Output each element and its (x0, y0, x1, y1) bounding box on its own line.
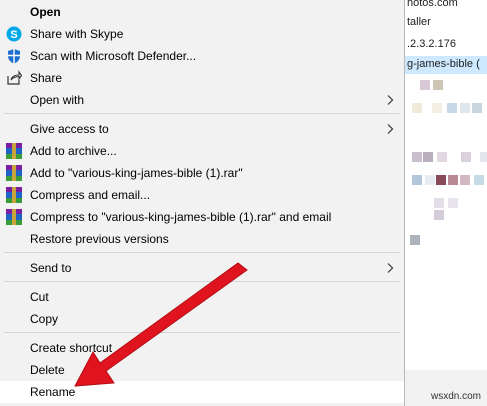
defender-shield-icon (6, 48, 22, 64)
menu-item-share-with-skype[interactable]: S Share with Skype (0, 23, 404, 45)
menu-separator (4, 281, 400, 282)
winrar-icon (6, 165, 22, 181)
menu-item-label: Create shortcut (30, 341, 113, 355)
menu-separator (4, 332, 400, 333)
chevron-right-icon (384, 262, 396, 274)
chevron-right-icon (384, 123, 396, 135)
menu-item-label: Copy (30, 312, 59, 326)
menu-item-add-to-rar[interactable]: Add to "various-king-james-bible (1).rar… (0, 162, 404, 184)
menu-item-label: Compress to "various-king-james-bible (1… (30, 210, 332, 224)
background-text-4: g-james-bible ( (407, 58, 480, 70)
menu-item-compress-to-rar-and-email[interactable]: Compress to "various-king-james-bible (1… (0, 206, 404, 228)
watermark: wsxdn.com (430, 391, 481, 402)
menu-item-give-access-to[interactable]: Give access to (0, 118, 404, 140)
menu-item-label: Compress and email... (30, 188, 151, 202)
menu-item-open[interactable]: Open (0, 1, 404, 23)
menu-item-label: Share (30, 71, 63, 85)
context-menu: Open S Share with Skype Scan with Micros… (0, 0, 405, 406)
menu-item-label: Open (30, 5, 61, 19)
menu-item-scan-defender[interactable]: Scan with Microsoft Defender... (0, 45, 404, 67)
winrar-icon (6, 187, 22, 203)
winrar-icon (6, 143, 22, 159)
menu-item-label: Give access to (30, 122, 109, 136)
menu-item-label: Restore previous versions (30, 232, 169, 246)
menu-item-label: Send to (30, 261, 72, 275)
menu-item-share[interactable]: Share (0, 67, 404, 89)
background-text-3: .2.3.2.176 (407, 38, 456, 50)
menu-item-label: Open with (30, 93, 85, 107)
menu-item-copy[interactable]: Copy (0, 308, 404, 330)
menu-item-open-with[interactable]: Open with (0, 89, 404, 111)
chevron-right-icon (384, 94, 396, 106)
menu-item-label: Delete (30, 363, 65, 377)
menu-item-label: Share with Skype (30, 27, 124, 41)
menu-item-rename[interactable]: Rename (0, 381, 404, 403)
menu-item-label: Add to archive... (30, 144, 117, 158)
menu-separator (4, 113, 400, 114)
menu-separator (4, 252, 400, 253)
menu-item-restore-previous-versions[interactable]: Restore previous versions (0, 228, 404, 250)
svg-text:S: S (10, 29, 17, 41)
background-text-2: taller (407, 16, 431, 28)
menu-item-label: Add to "various-king-james-bible (1).rar… (30, 166, 243, 180)
share-icon (6, 70, 23, 86)
menu-item-label: Scan with Microsoft Defender... (30, 49, 197, 63)
menu-item-delete[interactable]: Delete (0, 359, 404, 381)
background-text-1: hotos.com (407, 0, 458, 9)
menu-item-create-shortcut[interactable]: Create shortcut (0, 337, 404, 359)
winrar-icon (6, 209, 22, 225)
menu-item-send-to[interactable]: Send to (0, 257, 404, 279)
menu-item-label: Rename (30, 385, 76, 399)
menu-item-cut[interactable]: Cut (0, 286, 404, 308)
menu-item-add-to-archive[interactable]: Add to archive... (0, 140, 404, 162)
skype-icon: S (6, 26, 22, 42)
menu-item-compress-and-email[interactable]: Compress and email... (0, 184, 404, 206)
menu-item-label: Cut (30, 290, 49, 304)
